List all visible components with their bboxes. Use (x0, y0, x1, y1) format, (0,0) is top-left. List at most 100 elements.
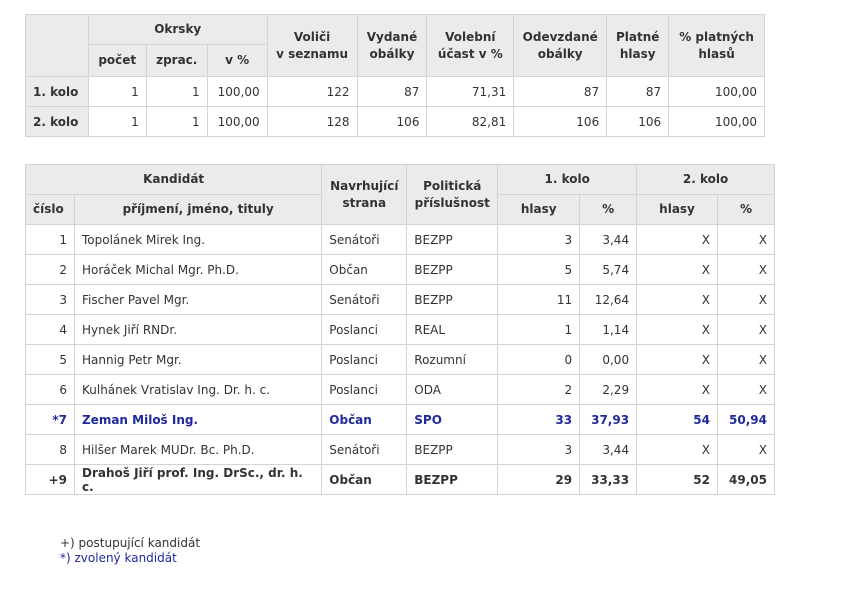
round1-votes: 29 (497, 464, 581, 495)
header-pct-platnych: % platných hlasů (668, 14, 765, 77)
odevzdane-obalky: 106 (513, 106, 608, 137)
round2-pct: X (716, 254, 776, 285)
header-kolo1: 1. kolo (497, 164, 638, 195)
header-platne-hlasy: Platné hlasy (606, 14, 670, 77)
candidate-row: 6 Kulhánek Vratislav Ing. Dr. h. c. Poslan… (25, 374, 776, 405)
header-pct-kolo1: % (579, 194, 638, 225)
round1-votes: 0 (497, 344, 581, 375)
candidate-row: 4 Hynek Jiří RNDr. Poslanci REAL 1 1,14 X X (25, 314, 776, 345)
round1-pct: 37,93 (579, 404, 638, 435)
round2-votes: X (636, 344, 718, 375)
political-affiliation: BEZPP (406, 254, 499, 285)
candidate-name: Fischer Pavel Mgr. (73, 284, 323, 315)
okrsky-v-pct: 100,00 (206, 76, 268, 107)
header-navrhujici-strana: Navrhující strana (321, 164, 408, 225)
round2-pct: 49,05 (716, 464, 776, 495)
okrsky-zprac: 1 (145, 76, 208, 107)
header-cislo: číslo (25, 194, 75, 225)
round2-pct: 50,94 (716, 404, 776, 435)
candidate-row: 3 Fischer Pavel Mgr. Senátoři BEZPP 11 12,64 X… (25, 284, 776, 315)
header-jmeno: příjmení, jméno, tituly (73, 194, 323, 225)
candidate-name: Hannig Petr Mgr. (73, 344, 323, 375)
round2-pct: X (716, 224, 776, 255)
platne-hlasy: 106 (606, 106, 670, 137)
volebni-ucast: 82,81 (426, 106, 515, 137)
round2-votes: X (636, 224, 718, 255)
vydane-obalky: 106 (356, 106, 428, 137)
header-okrsky: Okrsky (87, 14, 268, 45)
candidate-number: 8 (25, 434, 75, 465)
round1-votes: 33 (497, 404, 581, 435)
pct-platnych-hlasu: 100,00 (668, 106, 765, 137)
candidate-row: +9 Drahoš Jiří prof. Ing. DrSc., dr. h. c… (25, 464, 776, 495)
legend-elected: *) zvolený kandidát (60, 551, 177, 565)
round1-votes: 5 (497, 254, 581, 285)
header-pocet: počet (87, 44, 147, 77)
candidate-number: +9 (25, 464, 75, 495)
political-affiliation: Rozumní (406, 344, 499, 375)
candidate-table-body: 1 Topolánek Mirek Ing. Senátoři BEZPP 3 3,44 X… (25, 224, 776, 495)
volici-v-seznamu: 128 (266, 106, 358, 137)
round2-votes: 52 (636, 464, 718, 495)
candidate-row: 5 Hannig Petr Mgr. Poslanci Rozumní 0 0,00 X X (25, 344, 776, 375)
vydane-obalky: 87 (356, 76, 428, 107)
pct-platnych-hlasu: 100,00 (668, 76, 765, 107)
header-zprac: zprac. (145, 44, 208, 77)
odevzdane-obalky: 87 (513, 76, 608, 107)
nominating-party: Senátoři (321, 224, 408, 255)
round2-pct: X (716, 284, 776, 315)
candidate-number: *7 (25, 404, 75, 435)
corner-header (25, 14, 89, 77)
nominating-party: Poslanci (321, 344, 408, 375)
header-volici: Voliči v seznamu (266, 14, 358, 77)
nominating-party: Poslanci (321, 374, 408, 405)
turnout-table: Okrsky Voliči v seznamu Vydané obálky Vole… (25, 14, 765, 137)
round1-votes: 3 (497, 434, 581, 465)
candidate-name: Zeman Miloš Ing. (73, 404, 323, 435)
okrsky-v-pct: 100,00 (206, 106, 268, 137)
candidate-number: 3 (25, 284, 75, 315)
candidate-number: 6 (25, 374, 75, 405)
nominating-party: Senátoři (321, 284, 408, 315)
candidate-number: 5 (25, 344, 75, 375)
header-vydane-obalky: Vydané obálky (356, 14, 428, 77)
round2-votes: X (636, 434, 718, 465)
candidate-name: Horáček Michal Mgr. Ph.D. (73, 254, 323, 285)
round2-votes: 54 (636, 404, 718, 435)
header-hlasy-kolo1: hlasy (497, 194, 581, 225)
round1-pct: 5,74 (579, 254, 638, 285)
nominating-party: Poslanci (321, 314, 408, 345)
round1-pct: 3,44 (579, 224, 638, 255)
candidate-name: Hynek Jiří RNDr. (73, 314, 323, 345)
political-affiliation: BEZPP (406, 284, 499, 315)
candidate-row: *7 Zeman Miloš Ing. Občan SPO 33 37,93 54 50,94 (25, 404, 776, 435)
round1-votes: 11 (497, 284, 581, 315)
legend: +) postupující kandidát *) zvolený kandi… (60, 536, 200, 566)
round2-votes: X (636, 284, 718, 315)
candidate-name: Drahoš Jiří prof. Ing. DrSc., dr. h. c. (73, 464, 323, 495)
candidate-row: 8 Hilšer Marek MUDr. Bc. Ph.D. Senátoři BEZ… (25, 434, 776, 465)
header-hlasy-kolo2: hlasy (636, 194, 718, 225)
volebni-ucast: 71,31 (426, 76, 515, 107)
legend-advancing: +) postupující kandidát (60, 536, 201, 550)
round1-votes: 2 (497, 374, 581, 405)
round2-pct: X (716, 344, 776, 375)
header-odevzdane-obalky: Odevzdané obálky (513, 14, 608, 77)
okrsky-pocet: 1 (87, 106, 147, 137)
okrsky-pocet: 1 (87, 76, 147, 107)
nominating-party: Senátoři (321, 434, 408, 465)
candidate-number: 1 (25, 224, 75, 255)
okrsky-zprac: 1 (145, 106, 208, 137)
header-kolo2: 2. kolo (636, 164, 775, 195)
header-pct-kolo2: % (716, 194, 776, 225)
platne-hlasy: 87 (606, 76, 670, 107)
round-label: 2. kolo (25, 106, 89, 137)
header-v-pct: v % (206, 44, 268, 77)
round2-pct: X (716, 434, 776, 465)
round2-pct: X (716, 374, 776, 405)
turnout-row: 2. kolo 1 1 100,00 128 106 82,81 106 106 100,00 (25, 106, 765, 137)
political-affiliation: BEZPP (406, 464, 499, 495)
round-label: 1. kolo (25, 76, 89, 107)
round2-votes: X (636, 254, 718, 285)
header-politicka-prislusnost: Politická příslušnost (406, 164, 499, 225)
